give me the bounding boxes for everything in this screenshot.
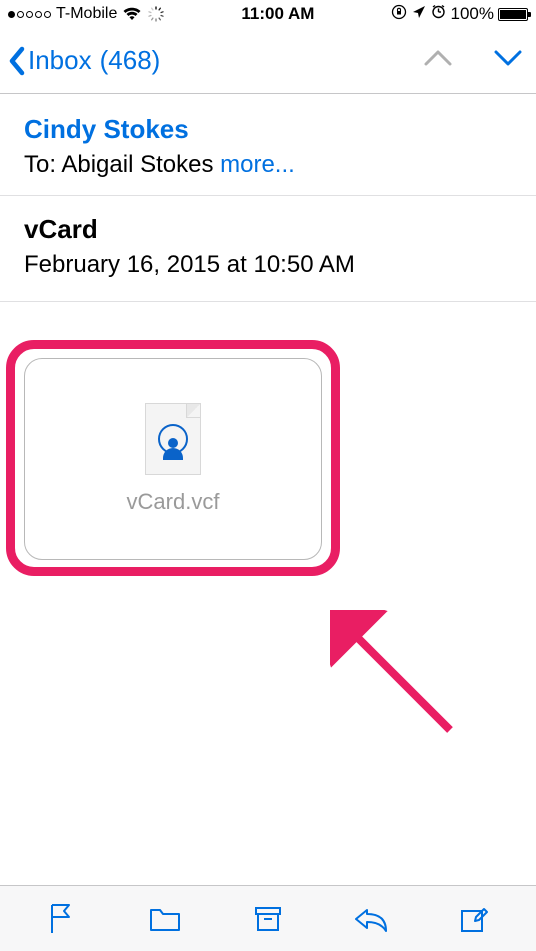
battery-icon <box>498 8 528 21</box>
toolbar <box>0 885 536 951</box>
back-label: Inbox <box>28 45 92 76</box>
vcard-file-icon <box>145 403 201 475</box>
loading-spinner-icon <box>147 5 165 23</box>
location-icon <box>412 4 426 24</box>
nav-bar: Inbox (468) <box>0 28 536 94</box>
more-recipients-button[interactable]: more... <box>220 151 295 178</box>
move-button[interactable] <box>146 905 184 933</box>
status-right: 100% <box>391 4 528 25</box>
compose-button[interactable] <box>455 903 493 935</box>
previous-message-button[interactable] <box>422 48 454 73</box>
message-content: Cindy Stokes To: Abigail Stokes more... … <box>0 94 536 584</box>
sender-name[interactable]: Cindy Stokes <box>24 114 512 145</box>
recipient-name: Abigail Stokes <box>61 151 213 178</box>
chevron-left-icon <box>8 45 26 77</box>
recipient-line: To: Abigail Stokes more... <box>24 151 512 179</box>
subject-block: vCard February 16, 2015 at 10:50 AM <box>0 196 536 302</box>
subject: vCard <box>24 214 512 245</box>
message-header: Cindy Stokes To: Abigail Stokes more... <box>0 94 536 196</box>
next-message-button[interactable] <box>492 48 524 73</box>
attachment-filename: vCard.vcf <box>127 489 220 515</box>
alarm-icon <box>431 4 446 24</box>
clock-time: 11:00 AM <box>241 4 314 24</box>
carrier-label: T-Mobile <box>56 5 117 23</box>
inbox-count: (468) <box>100 45 161 76</box>
status-left: T-Mobile <box>8 5 165 23</box>
battery-percentage: 100% <box>451 4 494 24</box>
message-body: vCard.vcf <box>0 302 536 584</box>
annotation-arrow <box>330 610 470 750</box>
archive-button[interactable] <box>249 904 287 934</box>
signal-strength-icon <box>8 11 51 18</box>
message-date: February 16, 2015 at 10:50 AM <box>24 251 512 279</box>
flag-button[interactable] <box>43 902 81 936</box>
rotation-lock-icon <box>391 4 407 25</box>
attachment-card[interactable]: vCard.vcf <box>24 358 322 560</box>
reply-button[interactable] <box>352 905 390 933</box>
status-bar: T-Mobile 11:00 AM 100% <box>0 0 536 28</box>
wifi-icon <box>122 7 142 21</box>
nav-arrows <box>422 48 524 73</box>
to-prefix: To: <box>24 151 56 178</box>
back-button[interactable]: Inbox (468) <box>8 45 160 77</box>
battery-group: 100% <box>451 4 528 24</box>
